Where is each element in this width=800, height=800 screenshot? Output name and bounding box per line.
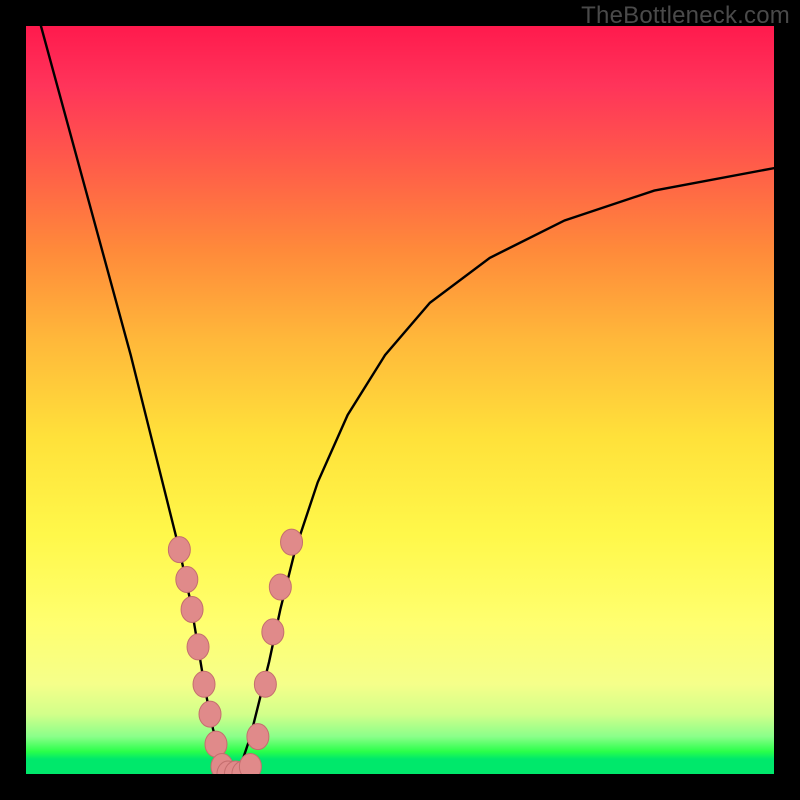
data-marker — [254, 671, 276, 697]
chart-frame: TheBottleneck.com — [0, 0, 800, 800]
data-marker — [176, 567, 198, 593]
watermark-text: TheBottleneck.com — [581, 2, 790, 30]
data-marker — [269, 574, 291, 600]
data-marker — [193, 671, 215, 697]
data-marker — [239, 754, 261, 774]
data-marker — [247, 724, 269, 750]
data-marker — [262, 619, 284, 645]
marker-layer — [26, 26, 774, 774]
plot-area — [26, 26, 774, 774]
data-marker — [199, 701, 221, 727]
data-marker — [281, 529, 303, 555]
marker-group — [168, 529, 302, 774]
data-marker — [181, 596, 203, 622]
data-marker — [187, 634, 209, 660]
data-marker — [168, 537, 190, 563]
